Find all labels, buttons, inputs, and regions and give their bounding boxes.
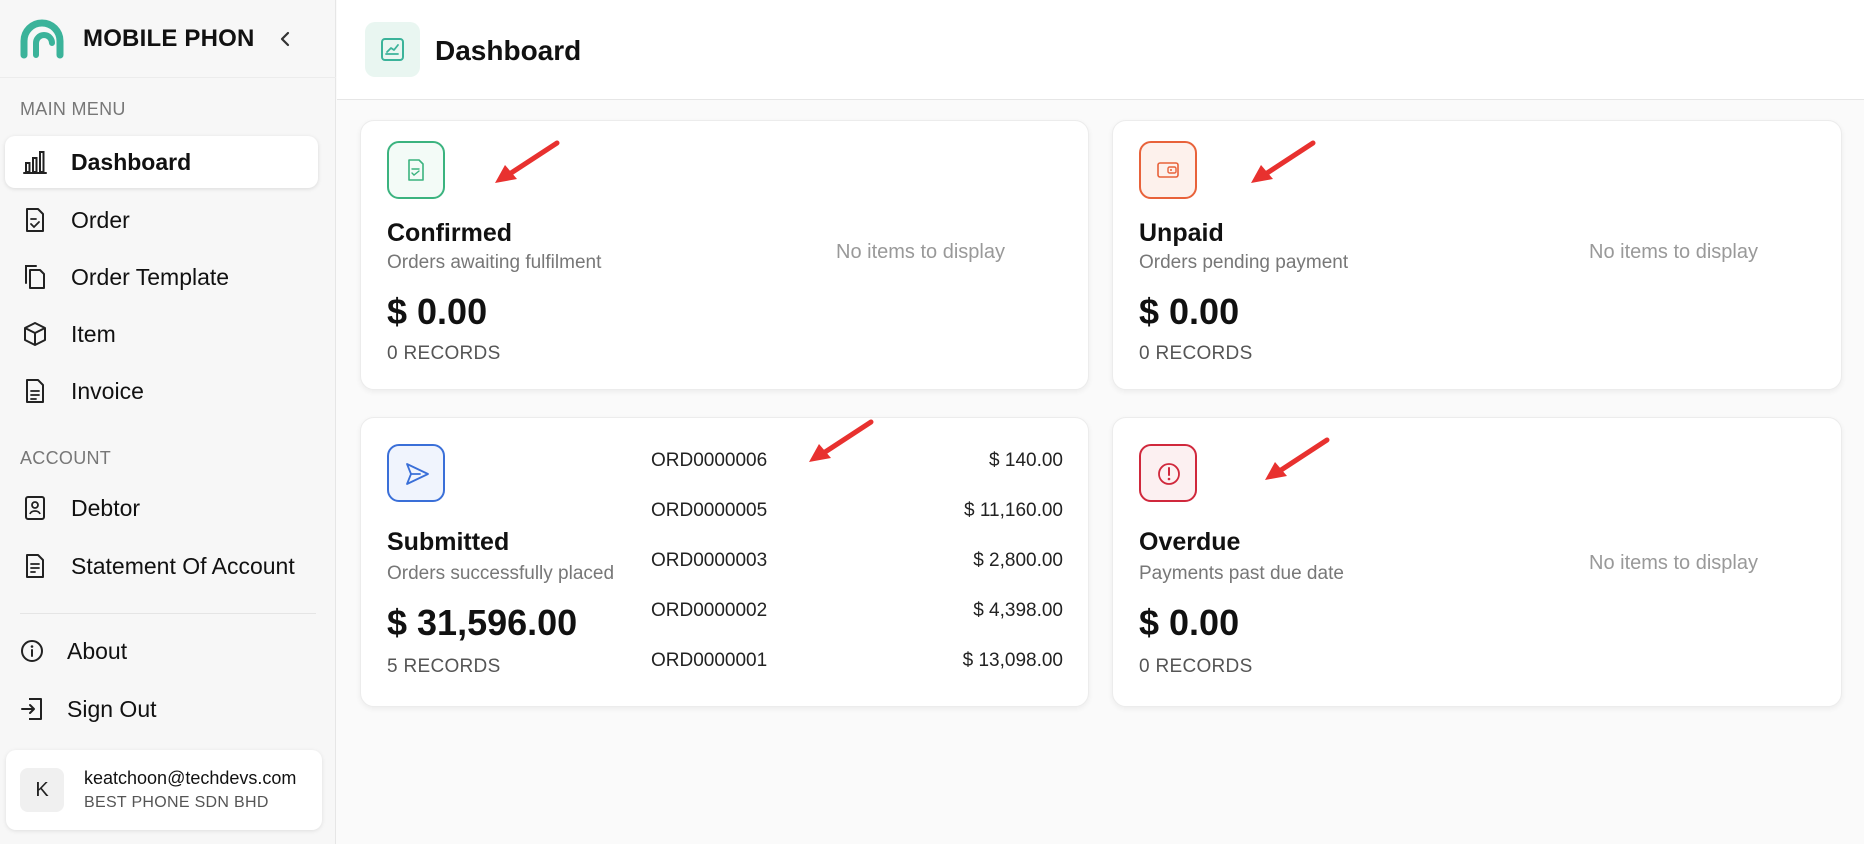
sidebar-item-statement-of-account[interactable]: Statement Of Account — [5, 540, 318, 592]
order-row[interactable]: ORD0000001 $ 13,098.00 — [651, 646, 1063, 676]
send-icon — [387, 444, 445, 502]
sidebar-item-item[interactable]: Item — [5, 308, 318, 360]
sidebar-divider — [20, 613, 316, 614]
dashboard-header-icon — [365, 22, 420, 77]
card-amount: $ 0.00 — [1139, 291, 1240, 332]
sidebar-item-dashboard[interactable]: Dashboard — [5, 136, 318, 188]
order-row[interactable]: ORD0000003 $ 2,800.00 — [651, 546, 1063, 576]
user-email: keatchoon@techdevs.com — [84, 768, 297, 788]
brand-logo-icon — [20, 19, 64, 59]
card-records: 0 RECORDS — [1139, 343, 1253, 364]
sidebar-item-label: Invoice — [71, 378, 144, 404]
page-header: Dashboard — [337, 0, 1864, 100]
order-amount: $ 11,160.00 — [964, 500, 1063, 521]
order-row[interactable]: ORD0000005 $ 11,160.00 — [651, 496, 1063, 526]
statement-icon — [26, 554, 44, 578]
card-subtitle: Payments past due date — [1139, 563, 1344, 584]
order-doc-icon — [26, 208, 44, 232]
card-title: Confirmed — [387, 219, 512, 247]
sidebar-item-about[interactable]: About — [5, 625, 318, 677]
order-id: ORD0000002 — [651, 600, 768, 621]
account-label: ACCOUNT — [20, 448, 112, 468]
wallet-icon — [1139, 141, 1197, 199]
order-id: ORD0000003 — [651, 550, 768, 571]
sidebar-item-label: Statement Of Account — [71, 553, 295, 579]
card-title: Unpaid — [1139, 219, 1224, 247]
order-id: ORD0000001 — [651, 650, 768, 671]
user-company: BEST PHONE SDN BHD — [84, 794, 269, 811]
empty-state: No items to display — [1589, 241, 1758, 263]
submitted-card[interactable]: Submitted Orders successfully placed $ 3… — [360, 417, 1089, 707]
confirmed-card[interactable]: Confirmed Orders awaiting fulfilment $ 0… — [360, 120, 1089, 390]
brand-header: MOBILE PHON — [0, 0, 336, 78]
card-records: 5 RECORDS — [387, 656, 501, 677]
annotation-arrow — [1265, 437, 1330, 480]
order-id: ORD0000005 — [651, 500, 768, 521]
empty-state: No items to display — [836, 241, 1005, 263]
box-icon — [24, 322, 46, 346]
sidebar-item-sign-out[interactable]: Sign Out — [5, 683, 318, 735]
brand-name: MOBILE PHON — [83, 25, 255, 52]
contact-book-icon — [25, 496, 45, 520]
sidebar-item-invoice[interactable]: Invoice — [5, 365, 318, 417]
sidebar-item-label: Debtor — [71, 495, 141, 521]
empty-state: No items to display — [1589, 552, 1758, 574]
sidebar-item-order[interactable]: Order — [5, 194, 318, 246]
card-subtitle: Orders pending payment — [1139, 252, 1349, 273]
avatar: K — [20, 768, 64, 812]
order-row[interactable]: ORD0000002 $ 4,398.00 — [651, 596, 1063, 626]
card-amount: $ 0.00 — [1139, 602, 1240, 643]
sidebar-item-debtor[interactable]: Debtor — [5, 482, 318, 534]
card-records: 0 RECORDS — [387, 343, 501, 364]
order-amount: $ 13,098.00 — [962, 650, 1063, 671]
annotation-arrow — [809, 419, 874, 462]
sidebar-item-label: Sign Out — [67, 696, 157, 722]
unpaid-card[interactable]: Unpaid Orders pending payment $ 0.00 0 R… — [1112, 120, 1842, 390]
copy-icon — [25, 265, 45, 289]
sidebar-item-label: Order — [71, 207, 130, 233]
alert-circle-icon — [1139, 444, 1197, 502]
bar-chart-icon — [23, 151, 47, 174]
card-title: Overdue — [1139, 528, 1241, 556]
sign-out-icon — [21, 698, 42, 720]
card-amount: $ 0.00 — [387, 291, 488, 332]
sidebar-item-label: About — [67, 638, 128, 664]
order-amount: $ 140.00 — [989, 450, 1063, 471]
card-subtitle: Orders successfully placed — [387, 563, 615, 584]
sidebar-item-label: Item — [71, 321, 116, 347]
order-amount: $ 4,398.00 — [973, 600, 1063, 621]
confirmed-doc-icon — [387, 141, 445, 199]
sidebar-item-order-template[interactable]: Order Template — [5, 251, 318, 303]
sidebar-item-label: Order Template — [71, 264, 230, 290]
annotation-arrow — [1251, 140, 1316, 183]
card-subtitle: Orders awaiting fulfilment — [387, 252, 602, 273]
order-id: ORD0000006 — [651, 450, 768, 471]
sidebar: MOBILE PHON MAIN MENU Dashboard Order Or… — [0, 0, 336, 844]
card-records: 0 RECORDS — [1139, 656, 1253, 677]
overdue-card[interactable]: Overdue Payments past due date $ 0.00 0 … — [1112, 417, 1842, 707]
main-menu-label: MAIN MENU — [20, 99, 126, 119]
sidebar-item-label: Dashboard — [71, 149, 192, 175]
collapse-sidebar-button[interactable] — [272, 26, 298, 52]
card-amount: $ 31,596.00 — [387, 602, 578, 643]
info-icon — [21, 640, 43, 662]
invoice-icon — [26, 379, 44, 403]
card-title: Submitted — [387, 528, 510, 556]
order-amount: $ 2,800.00 — [973, 550, 1063, 571]
user-profile-card[interactable]: K keatchoon@techdevs.com BEST PHONE SDN … — [6, 750, 322, 830]
annotation-arrow — [495, 140, 560, 183]
page-title: Dashboard — [435, 35, 582, 66]
